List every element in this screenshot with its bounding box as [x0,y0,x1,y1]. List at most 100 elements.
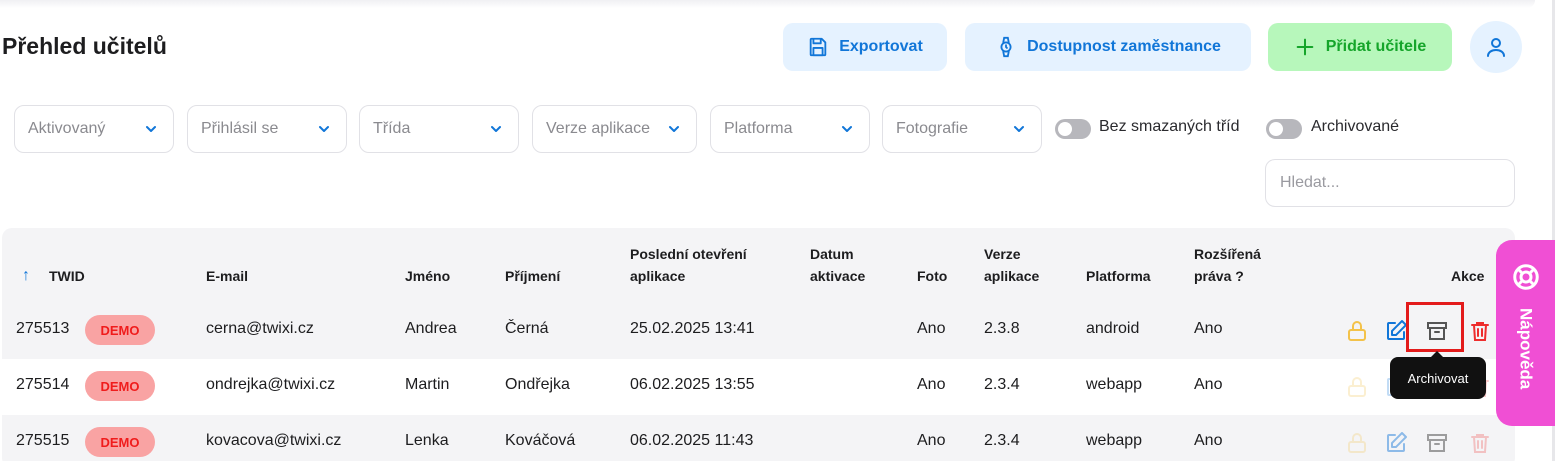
chevron-down-icon [146,126,156,132]
cell-rights: Ano [1194,376,1223,393]
toggle-label-archived: Archivované [1311,118,1400,135]
cell-last-open: 25.02.2025 13:41 [630,320,755,337]
cell-version: 2.3.8 [984,320,1020,337]
filter-logged-in[interactable]: Přihlásil se [187,105,347,153]
col-version[interactable]: Verze [984,243,1021,265]
availability-button[interactable]: Dostupnost zaměstnance [965,23,1251,71]
trash-icon[interactable] [1468,431,1492,455]
filter-photo[interactable]: Fotografie [882,105,1042,153]
filter-class[interactable]: Třída [359,105,519,153]
plus-icon [1296,38,1314,56]
help-tab[interactable]: Nápověda [1496,240,1555,426]
cell-platform: android [1086,320,1140,337]
edit-icon[interactable] [1384,431,1408,455]
cell-version: 2.3.4 [984,432,1020,449]
col-photo[interactable]: Foto [917,265,947,287]
table-row: 275514 DEMO ondrejka@twixi.cz Martin Ond… [2,359,1515,415]
table-header: ↑ TWID E-mail Jméno Příjmení Poslední ot… [2,228,1515,303]
col-last-name[interactable]: Příjmení [505,265,560,287]
archive-highlight [1406,302,1464,352]
add-teacher-button[interactable]: Přidat učitele [1268,23,1452,71]
cell-last-open: 06.02.2025 13:55 [630,376,755,393]
chevron-down-icon [842,126,852,132]
col-last-open[interactable]: Poslední otevření [630,243,747,265]
col-email[interactable]: E-mail [206,265,248,287]
availability-label: Dostupnost zaměstnance [1027,38,1221,55]
filter-platform[interactable]: Platforma [710,105,870,153]
lock-icon[interactable] [1345,375,1369,399]
col-activation[interactable]: Datum [810,243,854,265]
demo-badge: DEMO [85,315,155,345]
lock-icon[interactable] [1345,431,1369,455]
cell-first-name: Andrea [405,320,457,337]
watch-icon [1000,36,1012,58]
chevron-down-icon [491,126,501,132]
user-menu-button[interactable] [1470,21,1522,73]
cell-last-name: Černá [505,320,549,337]
cell-first-name: Lenka [405,432,449,449]
help-label: Nápověda [1516,308,1536,390]
search-input[interactable] [1265,159,1515,207]
archive-tooltip: Archivovat [1390,351,1486,399]
filter-label: Přihlásil se [201,120,279,137]
col-rights-line2[interactable]: práva ? [1194,265,1244,287]
col-version-line2[interactable]: aplikace [984,265,1039,287]
col-actions: Akce [1451,268,1485,284]
toggle-label-no-deleted-classes: Bez smazaných tříd [1099,118,1240,135]
filter-label: Třída [373,120,411,137]
lifebuoy-icon [1512,264,1539,290]
cell-platform: webapp [1086,376,1143,393]
chevron-down-icon [669,126,679,132]
cell-photo: Ano [917,432,946,449]
top-bar [0,0,1535,8]
table-row: 275515 DEMO kovacova@twixi.cz Lenka Ková… [2,415,1515,461]
cell-rights: Ano [1194,320,1223,337]
chevron-down-icon [1014,126,1024,132]
col-twid[interactable]: TWID [49,265,85,287]
table-row: 275513 DEMO cerna@twixi.cz Andrea Černá … [2,303,1515,359]
col-first-name[interactable]: Jméno [405,265,450,287]
cell-twid: 275515 [16,432,70,449]
cell-last-name: Kováčová [505,432,576,449]
filter-label: Platforma [724,120,793,137]
col-last-open-line2[interactable]: aplikace [630,265,685,287]
cell-photo: Ano [917,320,946,337]
demo-badge: DEMO [85,371,155,401]
cell-email: kovacova@twixi.cz [206,432,342,449]
cell-rights: Ano [1194,432,1223,449]
cell-platform: webapp [1086,432,1143,449]
filter-label: Verze aplikace [546,120,651,137]
cell-email: ondrejka@twixi.cz [206,376,336,393]
sort-arrow-icon[interactable]: ↑ [22,265,30,287]
col-activation-line2[interactable]: aktivace [810,265,865,287]
export-button[interactable]: Exportovat [783,23,947,71]
cell-version: 2.3.4 [984,376,1020,393]
col-platform[interactable]: Platforma [1086,265,1151,287]
cell-last-open: 06.02.2025 11:43 [630,432,754,449]
page-title: Přehled učitelů [2,33,167,59]
save-icon [809,37,827,57]
filter-label: Fotografie [896,120,969,137]
toggle-no-deleted-classes[interactable] [1055,119,1091,139]
chevron-down-icon [319,126,329,132]
archive-icon[interactable] [1425,431,1449,455]
export-label: Exportovat [839,38,923,55]
edit-icon[interactable] [1384,319,1408,343]
teachers-table: ↑ TWID E-mail Jméno Příjmení Poslední ot… [2,228,1515,461]
cell-photo: Ano [917,376,946,393]
add-teacher-label: Přidat učitele [1325,38,1427,55]
cell-last-name: Ondřejka [505,376,570,393]
demo-badge: DEMO [85,427,155,457]
toggle-archived[interactable] [1266,119,1302,139]
cell-twid: 275513 [16,320,70,337]
col-rights[interactable]: Rozšířená [1194,243,1261,265]
filter-activated[interactable]: Aktivovaný [14,105,174,153]
cell-email: cerna@twixi.cz [206,320,314,337]
lock-icon[interactable] [1345,319,1369,343]
filter-label: Aktivovaný [28,120,106,137]
cell-twid: 275514 [16,376,70,393]
cell-first-name: Martin [405,376,450,393]
filter-app-version[interactable]: Verze aplikace [532,105,697,153]
trash-icon[interactable] [1468,319,1492,343]
user-icon [1487,38,1505,57]
